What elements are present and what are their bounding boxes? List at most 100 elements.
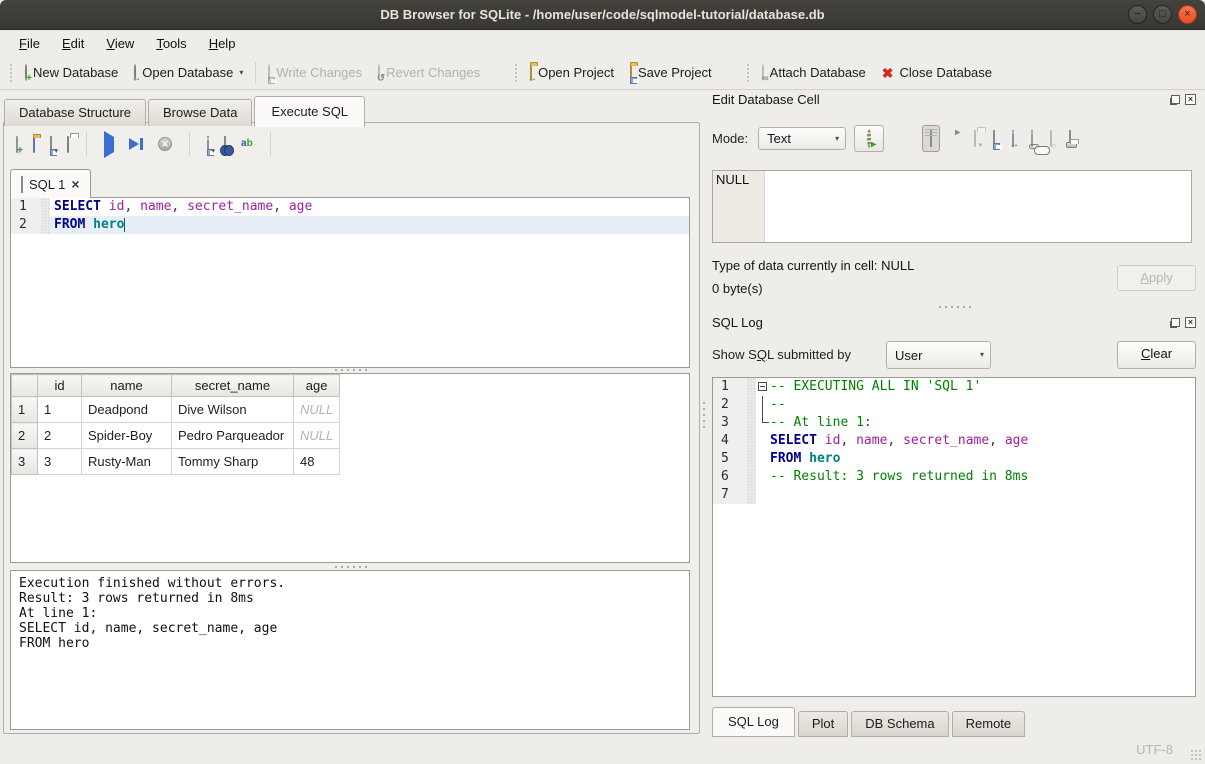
row-header[interactable]: 1 bbox=[12, 397, 38, 423]
attach-database-button[interactable]: ∞ Attach Database bbox=[754, 61, 874, 84]
import-icon[interactable]: ▾ bbox=[974, 131, 976, 146]
cell-secret-name[interactable]: Tommy Sharp bbox=[172, 449, 294, 475]
sql-log-view[interactable]: 1 -- EXECUTING ALL IN 'SQL 1' 2 -- 3 -- … bbox=[712, 377, 1196, 697]
column-header-id[interactable]: id bbox=[38, 375, 82, 397]
auto-switch-mode-button[interactable]: ▸ bbox=[854, 125, 884, 152]
cell-secret-name[interactable]: Dive Wilson bbox=[172, 397, 294, 423]
code-text: SELECT id, name, secret_name, age bbox=[50, 198, 689, 216]
menubar: File Edit View Tools Help bbox=[0, 30, 1205, 56]
log-line: 3 -- At line 1: bbox=[713, 414, 1195, 432]
corner-header bbox=[12, 375, 38, 397]
find-icon[interactable] bbox=[224, 137, 226, 152]
horizontal-splitter[interactable] bbox=[333, 565, 367, 569]
horizontal-splitter[interactable] bbox=[937, 305, 971, 309]
open-database-button[interactable]: → Open Database ▾ bbox=[126, 61, 251, 84]
cell-age[interactable]: NULL bbox=[294, 397, 340, 423]
fold-collapse-icon[interactable] bbox=[758, 382, 767, 391]
apply-button[interactable]: Apply bbox=[1117, 265, 1196, 291]
open-external-icon[interactable]: → bbox=[1012, 131, 1014, 146]
window-controls: − □ × bbox=[1128, 5, 1197, 24]
dock-float-icon[interactable] bbox=[1171, 95, 1180, 104]
chevron-down-icon[interactable]: ▾ bbox=[239, 69, 243, 77]
open-project-button[interactable]: → Open Project bbox=[522, 61, 622, 84]
window-title: DB Browser for SQLite - /home/user/code/… bbox=[380, 7, 824, 22]
row-header[interactable]: 2 bbox=[12, 423, 38, 449]
tab-remote[interactable]: Remote bbox=[952, 711, 1026, 737]
tab-sql-log[interactable]: SQL Log bbox=[712, 707, 795, 737]
text-cursor bbox=[124, 218, 125, 232]
sql-editor[interactable]: 1 SELECT id, name, secret_name, age 2 FR… bbox=[10, 197, 690, 368]
replace-icon[interactable]: ab bbox=[241, 137, 253, 151]
toolbar-drag-handle[interactable] bbox=[9, 63, 14, 83]
tab-browse-data[interactable]: Browse Data bbox=[148, 99, 252, 126]
open-sql-icon[interactable] bbox=[33, 137, 35, 152]
cell-age[interactable]: NULL bbox=[294, 423, 340, 449]
print-icon[interactable] bbox=[67, 137, 69, 152]
vertical-splitter[interactable] bbox=[702, 400, 706, 430]
log-line: 1 -- EXECUTING ALL IN 'SQL 1' bbox=[713, 378, 1195, 396]
column-header-age[interactable]: age bbox=[294, 375, 340, 397]
cell-name[interactable]: Spider-Boy bbox=[82, 423, 172, 449]
revert-changes-button[interactable]: ↺ Revert Changes bbox=[370, 61, 488, 84]
export-icon[interactable]: ▾ bbox=[207, 137, 209, 152]
save-project-button[interactable]: Save Project bbox=[622, 61, 720, 84]
dock-close-icon[interactable]: × bbox=[1185, 317, 1196, 328]
cell-type-info: Type of data currently in cell: NULL bbox=[712, 258, 914, 273]
stop-icon[interactable]: ✕ bbox=[158, 137, 172, 151]
text-mode-icon[interactable] bbox=[922, 125, 940, 152]
cell-secret-name[interactable]: Pedro Parqueador bbox=[172, 423, 294, 449]
horizontal-splitter[interactable] bbox=[333, 368, 367, 372]
toolbar-separator bbox=[189, 132, 190, 156]
table-row: 3 3 Rusty-Man Tommy Sharp 48 bbox=[12, 449, 340, 475]
column-header-name[interactable]: name bbox=[82, 375, 172, 397]
code-line: 1 SELECT id, name, secret_name, age bbox=[11, 198, 689, 216]
tab-execute-sql[interactable]: Execute SQL bbox=[254, 96, 365, 127]
print-cell-icon[interactable] bbox=[1069, 131, 1071, 146]
close-button[interactable]: × bbox=[1178, 5, 1197, 24]
database-close-icon: ✖ bbox=[882, 66, 894, 80]
menu-help[interactable]: Help bbox=[200, 33, 245, 54]
sql-tab-label: SQL 1 bbox=[29, 177, 65, 192]
mode-select[interactable]: Text ▾ bbox=[758, 127, 846, 150]
set-null-icon[interactable] bbox=[1050, 131, 1052, 146]
encoding-status: UTF-8 bbox=[1136, 742, 1173, 757]
dock-float-icon[interactable] bbox=[1171, 318, 1180, 327]
execute-line-icon[interactable] bbox=[129, 138, 143, 150]
submitted-by-select[interactable]: User ▾ bbox=[886, 341, 991, 369]
menu-view[interactable]: View bbox=[97, 33, 143, 54]
sql-document-tab[interactable]: SQL 1 × bbox=[10, 169, 91, 198]
cell-id[interactable]: 1 bbox=[38, 397, 82, 423]
cell-age[interactable]: 48 bbox=[294, 449, 340, 475]
dock-close-icon[interactable]: × bbox=[1185, 94, 1196, 105]
tab-db-schema[interactable]: DB Schema bbox=[851, 711, 948, 737]
cell-name[interactable]: Deadpond bbox=[82, 397, 172, 423]
tab-database-structure[interactable]: Database Structure bbox=[4, 99, 146, 126]
tab-plot[interactable]: Plot bbox=[798, 711, 848, 737]
cell-name[interactable]: Rusty-Man bbox=[82, 449, 172, 475]
new-database-button[interactable]: + New Database bbox=[17, 61, 126, 84]
close-tab-icon[interactable]: × bbox=[71, 176, 79, 192]
cell-id[interactable]: 3 bbox=[38, 449, 82, 475]
execute-all-icon[interactable] bbox=[104, 137, 114, 152]
write-changes-button[interactable]: Write Changes bbox=[260, 61, 370, 84]
maximize-button[interactable]: □ bbox=[1153, 5, 1172, 24]
line-number: 2 bbox=[11, 216, 41, 234]
save-sql-icon[interactable]: ▾ bbox=[50, 137, 52, 152]
link-icon[interactable] bbox=[1031, 131, 1033, 146]
menu-file[interactable]: File bbox=[10, 33, 49, 54]
row-header[interactable]: 3 bbox=[12, 449, 38, 475]
menu-edit[interactable]: Edit bbox=[53, 33, 93, 54]
execution-message[interactable]: Execution finished without errors. Resul… bbox=[10, 570, 690, 730]
close-database-button[interactable]: ✖ Close Database bbox=[874, 61, 1000, 84]
toolbar-drag-handle[interactable] bbox=[746, 63, 751, 83]
column-header-secret-name[interactable]: secret_name bbox=[172, 375, 294, 397]
clear-button[interactable]: Clear bbox=[1117, 341, 1196, 369]
new-tab-icon[interactable]: + bbox=[16, 137, 18, 152]
minimize-button[interactable]: − bbox=[1128, 5, 1147, 24]
export-to-file-icon[interactable] bbox=[993, 131, 995, 146]
cell-value-editor[interactable]: NULL bbox=[712, 170, 1192, 243]
menu-tools[interactable]: Tools bbox=[147, 33, 195, 54]
resize-grip[interactable] bbox=[1190, 749, 1202, 761]
cell-id[interactable]: 2 bbox=[38, 423, 82, 449]
toolbar-drag-handle[interactable] bbox=[514, 63, 519, 83]
